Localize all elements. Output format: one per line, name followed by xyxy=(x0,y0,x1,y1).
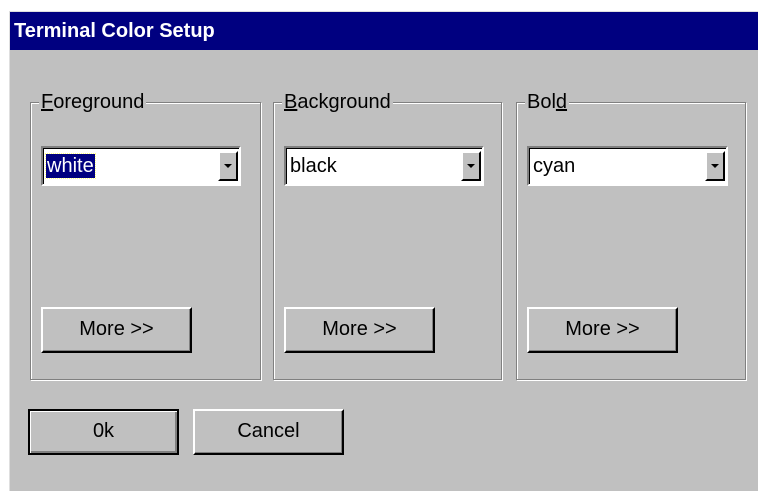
dialog-title-bar[interactable]: Terminal Color Setup xyxy=(10,12,758,50)
bold-group: Bold cyan More >> xyxy=(516,89,746,380)
terminal-color-setup-dialog: Terminal Color Setup Foreground white Mo… xyxy=(9,11,758,491)
bold-group-label: Bold xyxy=(525,89,570,115)
bold-label-mnemonic: d xyxy=(555,91,568,113)
foreground-group: Foreground white More >> xyxy=(30,89,261,380)
chevron-down-icon xyxy=(224,164,232,168)
background-dropdown-button[interactable] xyxy=(461,151,481,181)
bold-more-button[interactable]: More >> xyxy=(527,307,678,353)
background-label-mnemonic: B xyxy=(284,91,298,113)
background-label-rest: ackground xyxy=(297,91,391,113)
foreground-select-value: white xyxy=(45,153,96,179)
background-group-label: Background xyxy=(282,89,393,115)
background-group: Background black More >> xyxy=(273,89,502,380)
foreground-color-select[interactable]: white xyxy=(41,146,241,186)
foreground-label-mnemonic: F xyxy=(41,91,54,113)
chevron-down-icon xyxy=(711,164,719,168)
bold-dropdown-button[interactable] xyxy=(705,151,725,181)
background-select-value: black xyxy=(290,155,337,177)
background-color-select[interactable]: black xyxy=(284,146,484,186)
background-more-button[interactable]: More >> xyxy=(284,307,435,353)
foreground-more-button[interactable]: More >> xyxy=(41,307,192,353)
foreground-group-label: Foreground xyxy=(39,89,147,115)
chevron-down-icon xyxy=(467,164,475,168)
foreground-label-rest: oreground xyxy=(53,91,145,113)
bold-select-value: cyan xyxy=(533,155,576,177)
cancel-button[interactable]: Cancel xyxy=(193,409,344,455)
ok-button[interactable]: 0k xyxy=(28,409,179,455)
dialog-title: Terminal Color Setup xyxy=(14,20,215,42)
bold-label-prefix: Bol xyxy=(527,91,556,113)
bold-color-select[interactable]: cyan xyxy=(527,146,728,186)
foreground-dropdown-button[interactable] xyxy=(218,151,238,181)
